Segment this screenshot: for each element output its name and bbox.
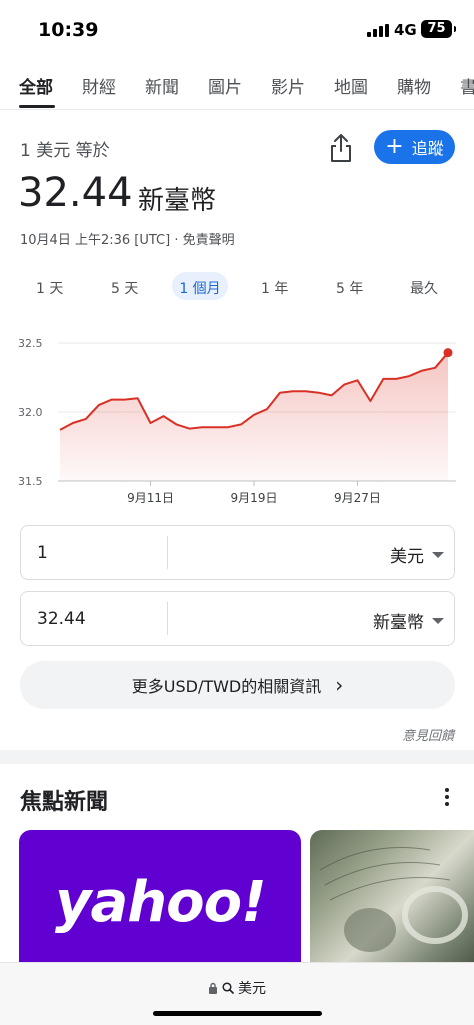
tab-books[interactable]: 書 (460, 73, 474, 98)
chevron-down-icon (432, 551, 444, 558)
y-tick-label: 32.0 (18, 406, 43, 419)
from-amount-box: 1 美元 (20, 525, 455, 580)
address-text: 美元 (238, 981, 266, 997)
tab-maps[interactable]: 地圖 (334, 73, 368, 98)
follow-button[interactable]: + 追蹤 (374, 130, 455, 164)
signal-icon (367, 24, 389, 37)
to-currency-label: 新臺幣 (373, 613, 424, 633)
tab-videos[interactable]: 影片 (271, 73, 305, 98)
range-1-month-label: 1 個月 (179, 281, 221, 297)
range-max[interactable]: 最久 (410, 278, 438, 298)
rate-timestamp: 10月4日 上午2:36 [UTC] · 免責聲明 (20, 229, 235, 248)
home-indicator (153, 1011, 322, 1016)
status-bar: 10:39 4G 75 (0, 0, 474, 60)
range-1-year[interactable]: 1 年 (261, 278, 288, 298)
battery-icon: 75 (421, 20, 456, 38)
range-1-month[interactable]: 1 個月 (172, 272, 228, 300)
share-button[interactable] (326, 132, 356, 164)
from-currency-select[interactable]: 美元 (390, 542, 444, 567)
timestamp-text: 10月4日 上午2:36 [UTC] · (20, 233, 183, 248)
from-currency-label: 美元 (390, 547, 424, 567)
search-tabs: 全部 財經 新聞 圖片 影片 地圖 購物 書 (0, 60, 474, 110)
tab-shopping[interactable]: 購物 (397, 73, 431, 98)
chevron-down-icon (432, 617, 444, 624)
to-amount-input[interactable]: 32.44 (37, 609, 86, 629)
from-amount-input[interactable]: 1 (37, 543, 48, 563)
input-divider (167, 536, 168, 569)
chart-area-fill (60, 352, 448, 481)
exchange-rate-unit: 新臺幣 (138, 186, 217, 216)
y-tick-label: 32.5 (18, 337, 43, 350)
browser-bottom-bar: 美元 (0, 962, 474, 1025)
section-divider (0, 750, 474, 764)
disclaimer-link[interactable]: 免責聲明 (183, 233, 235, 248)
chart-current-point (443, 348, 453, 358)
lock-icon (209, 982, 217, 994)
range-1-day[interactable]: 1 天 (36, 278, 63, 298)
news-card-money-image[interactable] (310, 830, 474, 970)
range-5-day[interactable]: 5 天 (111, 278, 138, 298)
status-time: 10:39 (38, 19, 99, 41)
tab-all[interactable]: 全部 (19, 73, 53, 98)
chevron-right-icon: › (335, 673, 344, 697)
exchange-rate-value: 32.44 (18, 170, 133, 216)
share-icon (331, 134, 351, 162)
tab-finance[interactable]: 財經 (82, 73, 116, 98)
address-bar[interactable]: 美元 (0, 978, 474, 998)
tab-images[interactable]: 圖片 (208, 73, 242, 98)
y-tick-label: 31.5 (18, 475, 43, 488)
input-divider (167, 602, 168, 635)
more-info-button[interactable]: 更多USD/TWD的相關資訊 › (20, 661, 455, 709)
to-amount-box: 32.44 新臺幣 (20, 591, 455, 646)
more-info-label: 更多USD/TWD的相關資訊 (131, 677, 322, 696)
search-icon (222, 982, 234, 994)
follow-label: 追蹤 (411, 139, 444, 158)
news-card-yahoo[interactable]: yahoo! (19, 830, 301, 970)
range-5-year[interactable]: 5 年 (336, 278, 363, 298)
banknotes-image (319, 847, 468, 952)
x-tick-label: 9月27日 (334, 491, 381, 505)
to-currency-select[interactable]: 新臺幣 (373, 608, 444, 633)
conversion-header: 1 美元 等於 (20, 141, 110, 161)
more-options-icon[interactable] (440, 786, 454, 808)
plus-icon: + (385, 134, 404, 159)
network-type: 4G (394, 21, 417, 39)
top-news-heading: 焦點新聞 (20, 790, 109, 815)
active-tab-indicator (19, 105, 55, 108)
feedback-link[interactable]: 意見回饋 (402, 725, 454, 744)
x-tick-label: 9月11日 (127, 491, 174, 505)
x-tick-label: 9月19日 (231, 491, 278, 505)
rate-chart[interactable]: 32.5 32.0 31.5 9月11日 9月19日 9月27日 (0, 330, 474, 510)
tab-news[interactable]: 新聞 (145, 73, 179, 98)
yahoo-logo: yahoo! (55, 870, 267, 935)
